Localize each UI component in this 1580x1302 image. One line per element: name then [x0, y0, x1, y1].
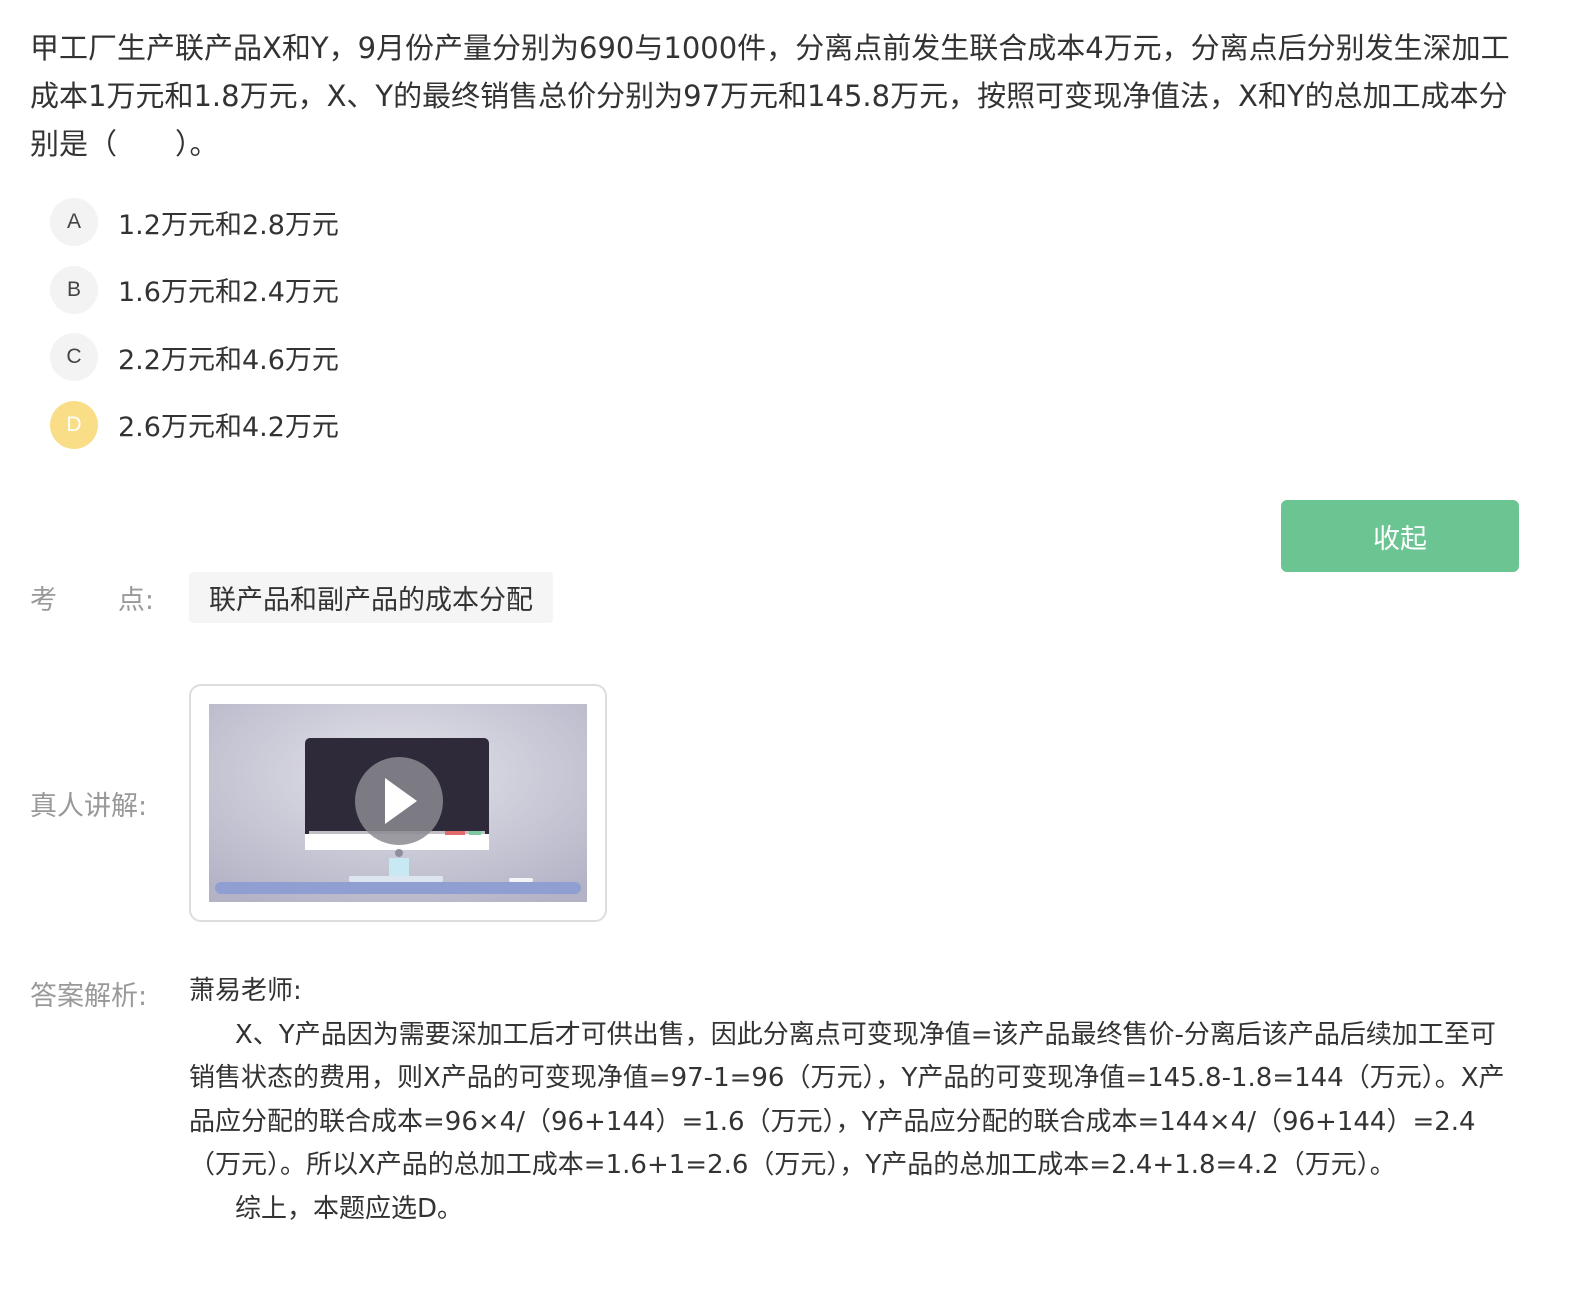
option-text: 2.6万元和4.2万元: [118, 412, 339, 443]
options-list: A 1.2万元和2.8万元 B 1.6万元和2.4万元 C 2.2万元和4.6万…: [50, 198, 339, 468]
option-letter: B: [50, 265, 98, 314]
option-text: 2.2万元和4.6万元: [118, 344, 339, 376]
video-label: 真人讲解:: [30, 791, 148, 822]
analysis-conclusion: 综上，本题应选D。: [235, 1193, 464, 1224]
option-b[interactable]: B 1.6万元和2.4万元: [50, 265, 339, 314]
video-card[interactable]: [189, 684, 607, 922]
option-letter: C: [50, 333, 98, 381]
option-letter-selected: D: [50, 400, 98, 449]
kaodian-label-first: 考: [30, 585, 57, 616]
analysis-teacher: 萧易老师:: [189, 976, 302, 1006]
kaodian-tag[interactable]: 联产品和副产品的成本分配: [189, 572, 553, 623]
option-c[interactable]: C 2.2万元和4.6万元: [50, 333, 339, 381]
option-a[interactable]: A 1.2万元和2.8万元: [50, 198, 339, 246]
analysis-content: 萧易老师: X、Y产品因为需要深加工后才可供出售，因此分离点可变现净值=该产品最…: [189, 970, 1519, 1231]
video-thumbnail[interactable]: [209, 704, 587, 902]
option-text: 1.2万元和2.8万元: [118, 209, 339, 241]
kaodian-label: 考 点:: [30, 578, 154, 617]
collapse-button[interactable]: 收起: [1281, 500, 1519, 572]
analysis-body: X、Y产品因为需要深加工后才可供出售，因此分离点可变现净值=该产品最终售价-分离…: [189, 1019, 1505, 1181]
video-thumbnail-illustration: [209, 704, 587, 902]
option-letter: A: [50, 198, 98, 246]
option-text: 1.6万元和2.4万元: [118, 277, 339, 308]
option-d[interactable]: D 2.6万元和4.2万元: [50, 400, 339, 449]
analysis-label: 答案解析:: [30, 981, 148, 1012]
question-text: 甲工厂生产联产品X和Y，9月份产量分别为690与1000件，分离点前发生联合成本…: [30, 31, 1510, 161]
play-icon: [355, 757, 443, 845]
kaodian-label-second: 点:: [117, 585, 154, 616]
